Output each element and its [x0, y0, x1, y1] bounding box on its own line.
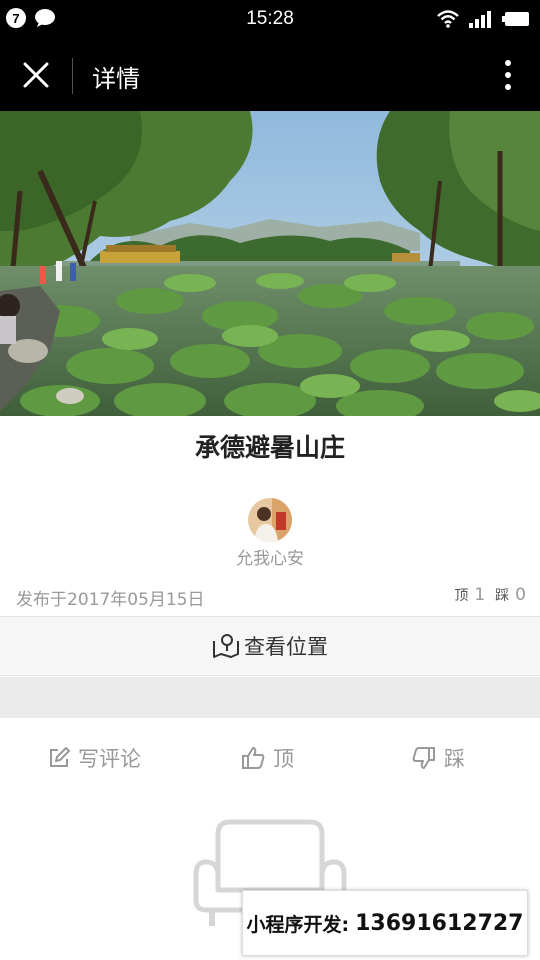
- place-title: 承德避暑山庄: [194, 433, 345, 462]
- author-name[interactable]: 允我心安: [0, 544, 540, 569]
- action-row: 写评论 顶 踩: [0, 728, 540, 788]
- watermark-label: 小程序开发:: [246, 913, 350, 936]
- write-comment-button[interactable]: 写评论: [48, 728, 141, 788]
- thumbs-up-button[interactable]: 顶: [241, 728, 294, 788]
- thumbs-up-icon: [242, 747, 265, 769]
- wifi-icon: [437, 10, 459, 28]
- section-separator: [0, 677, 540, 718]
- battery-icon: [502, 12, 529, 26]
- title-bar: 详情: [0, 40, 540, 111]
- up-count-label: 顶: [454, 588, 469, 604]
- thumbs-up-label: 顶: [273, 747, 294, 771]
- title-divider: [72, 58, 73, 94]
- more-button[interactable]: [496, 57, 520, 93]
- thumbs-down-button[interactable]: 踩: [412, 728, 465, 788]
- write-comment-label: 写评论: [78, 747, 141, 771]
- down-count: 0: [515, 585, 526, 605]
- close-button[interactable]: [18, 57, 54, 93]
- hero-image: [0, 111, 540, 416]
- more-vertical-icon: [505, 60, 511, 90]
- map-pin-icon: [213, 634, 239, 658]
- thumbs-down-label: 踩: [444, 747, 465, 771]
- down-count-item: 踩 0: [495, 585, 526, 605]
- avatar[interactable]: [248, 498, 292, 542]
- status-right: [436, 9, 532, 29]
- signal-icon: [469, 11, 491, 28]
- developer-contact-watermark: 小程序开发: 13691612727: [242, 890, 528, 956]
- view-location-button[interactable]: 查看位置: [0, 616, 540, 676]
- vote-counts: 顶 1 踩 0: [454, 585, 526, 605]
- lotus-pond-photo: [0, 111, 540, 416]
- edit-icon: [50, 747, 70, 767]
- publish-date: 发布于2017年05月15日: [16, 590, 205, 610]
- down-count-label: 踩: [495, 588, 510, 604]
- status-bar: 7 15:28: [0, 0, 540, 40]
- up-count: 1: [474, 585, 486, 605]
- watermark-phone: 13691612727: [355, 910, 524, 936]
- meta-row: 发布于2017年05月15日 顶 1 踩 0: [16, 585, 526, 611]
- up-count-item: 顶 1: [454, 585, 485, 605]
- close-icon: [23, 62, 49, 88]
- avatar-image: [248, 498, 292, 542]
- view-location-label: 查看位置: [244, 635, 328, 659]
- page-title: 详情: [92, 65, 140, 93]
- thumbs-down-icon: [412, 747, 435, 769]
